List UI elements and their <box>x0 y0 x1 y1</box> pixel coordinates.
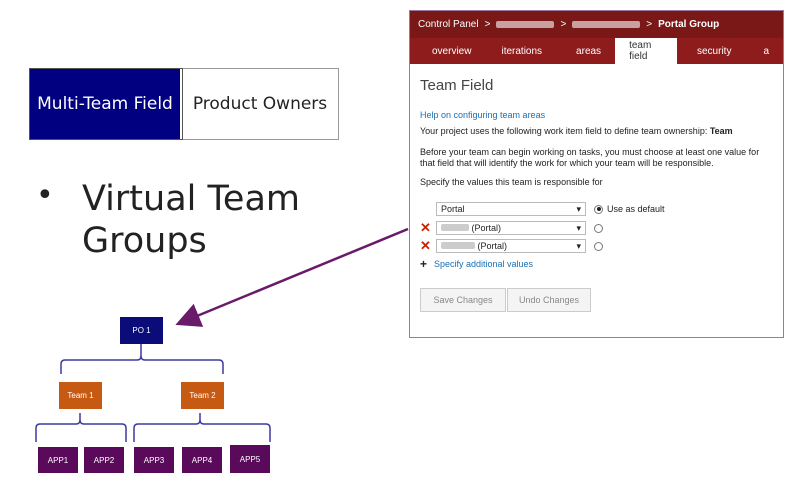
org-node-app: APP2 <box>84 447 124 473</box>
org-node-app: APP4 <box>182 447 222 473</box>
org-node-team: Team 1 <box>59 382 102 409</box>
arrow-line <box>175 227 409 327</box>
org-node-team: Team 2 <box>181 382 224 409</box>
org-node-app: APP5 <box>230 445 270 473</box>
pointer-arrow <box>35 227 409 442</box>
org-node-app: APP3 <box>134 447 174 473</box>
org-node-po: PO 1 <box>120 317 163 344</box>
org-node-app: APP1 <box>38 447 78 473</box>
